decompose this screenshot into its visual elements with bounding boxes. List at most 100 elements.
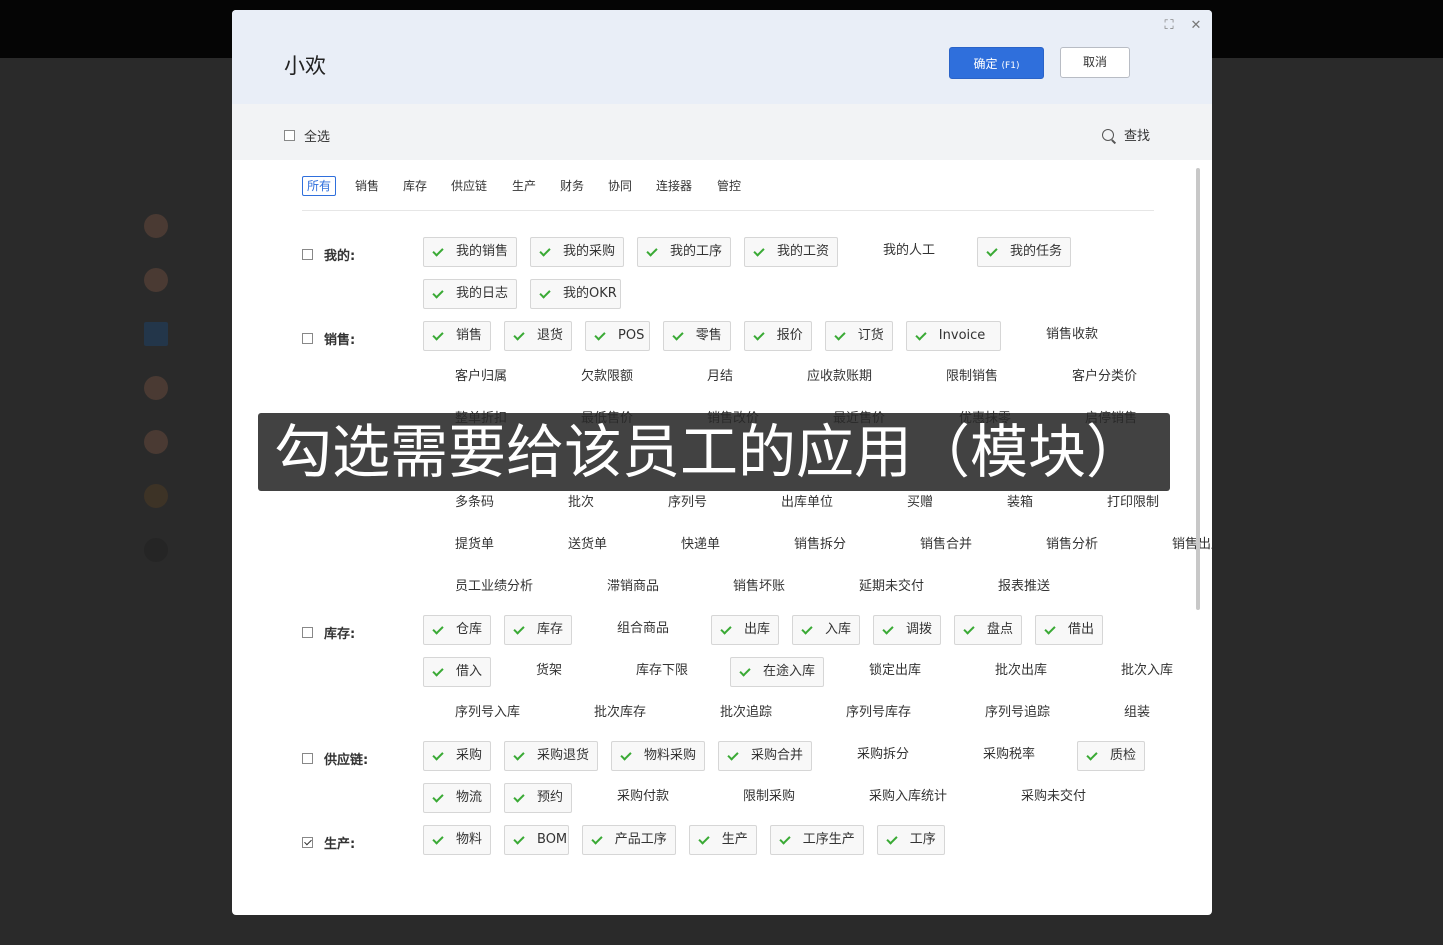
module-chip[interactable]: 盘点 <box>954 615 1022 645</box>
module-chip[interactable]: 多条码 <box>455 489 494 519</box>
module-chip[interactable]: 批次出库 <box>995 657 1047 687</box>
module-chip[interactable]: 提货单 <box>455 531 494 561</box>
module-chip[interactable]: 滞销商品 <box>607 573 659 603</box>
tab-3[interactable]: 供应链 <box>451 176 487 196</box>
module-chip[interactable]: 装箱 <box>1007 489 1033 519</box>
tab-5[interactable]: 财务 <box>560 176 584 196</box>
module-chip[interactable]: 批次入库 <box>1121 657 1173 687</box>
tab-4[interactable]: 生产 <box>512 176 536 196</box>
module-chip[interactable]: 组合商品 <box>617 615 669 645</box>
maximize-icon[interactable]: ⛶ <box>1161 18 1177 34</box>
module-chip[interactable]: 物料采购 <box>611 741 705 771</box>
module-chip[interactable]: 我的日志 <box>423 279 517 309</box>
module-chip[interactable]: 在途入库 <box>730 657 824 687</box>
module-chip[interactable]: 工序 <box>876 825 945 855</box>
module-chip[interactable]: 打印限制 <box>1107 489 1159 519</box>
module-chip[interactable]: 应收款账期 <box>807 363 872 393</box>
module-chip[interactable]: 借入 <box>423 657 491 687</box>
group-label-0[interactable]: 我的: <box>302 245 355 264</box>
module-chip[interactable]: 批次 <box>568 489 594 519</box>
module-chip[interactable]: 我的人工 <box>883 237 935 267</box>
module-chip[interactable]: 客户分类价 <box>1072 363 1137 393</box>
module-chip[interactable]: 快递单 <box>681 531 720 561</box>
module-chip[interactable]: 调拨 <box>873 615 941 645</box>
module-chip[interactable]: 送货单 <box>568 531 607 561</box>
module-chip[interactable]: 借出 <box>1035 615 1103 645</box>
module-chip[interactable]: 仓库 <box>423 615 491 645</box>
tab-6[interactable]: 协同 <box>608 176 632 196</box>
module-chip[interactable]: 订货 <box>824 321 893 351</box>
module-chip[interactable]: 欠款限额 <box>581 363 633 393</box>
module-chip[interactable]: 锁定出库 <box>869 657 921 687</box>
module-chip[interactable]: Invoice <box>905 321 1001 351</box>
module-chip[interactable]: 采购 <box>423 741 491 771</box>
module-chip[interactable]: 库存 <box>504 615 572 645</box>
tab-7[interactable]: 连接器 <box>656 176 692 196</box>
scrollbar[interactable] <box>1196 168 1200 610</box>
tab-8[interactable]: 管控 <box>717 176 741 196</box>
module-chip[interactable]: 零售 <box>662 321 731 351</box>
module-chip[interactable]: 销售合并 <box>920 531 972 561</box>
module-chip[interactable]: 采购退货 <box>504 741 598 771</box>
module-chip[interactable]: 销售收款 <box>1046 321 1098 351</box>
module-chip[interactable]: 采购合并 <box>718 741 812 771</box>
group-label-2[interactable]: 库存: <box>302 623 355 642</box>
module-chip[interactable]: 物料 <box>423 825 491 855</box>
module-chip[interactable]: 物流 <box>423 783 491 813</box>
module-chip[interactable]: 月结 <box>707 363 733 393</box>
module-chip[interactable]: 采购入库统计 <box>869 783 947 813</box>
module-chip[interactable]: 客户归属 <box>455 363 507 393</box>
module-chip[interactable]: 货架 <box>536 657 562 687</box>
module-chip[interactable]: 销售拆分 <box>794 531 846 561</box>
module-chip[interactable]: 退货 <box>504 321 572 351</box>
group-label-1[interactable]: 销售: <box>302 329 355 348</box>
module-chip[interactable]: 采购税率 <box>983 741 1035 771</box>
module-chip[interactable]: 序列号 <box>668 489 707 519</box>
tab-1[interactable]: 销售 <box>355 176 379 196</box>
module-chip[interactable]: 我的工资 <box>744 237 838 267</box>
module-chip[interactable]: 批次库存 <box>594 699 646 729</box>
module-chip[interactable]: 采购未交付 <box>1021 783 1086 813</box>
module-chip[interactable]: 工序生产 <box>769 825 864 855</box>
tab-2[interactable]: 库存 <box>403 176 427 196</box>
module-chip[interactable]: 限制销售 <box>946 363 998 393</box>
module-chip[interactable]: 预约 <box>504 783 572 813</box>
module-chip[interactable]: 序列号追踪 <box>985 699 1050 729</box>
module-chip[interactable]: 我的销售 <box>423 237 517 267</box>
select-all-checkbox[interactable]: 全选 <box>284 126 330 145</box>
module-chip[interactable]: 批次追踪 <box>720 699 772 729</box>
close-icon[interactable]: ✕ <box>1188 18 1204 34</box>
module-chip[interactable]: 买赠 <box>907 489 933 519</box>
module-chip[interactable]: 组装 <box>1124 699 1150 729</box>
module-chip[interactable]: 生产 <box>688 825 757 855</box>
module-chip[interactable]: 采购付款 <box>617 783 669 813</box>
module-chip[interactable]: 我的工序 <box>637 237 731 267</box>
module-chip[interactable]: 采购拆分 <box>857 741 909 771</box>
confirm-button[interactable]: 确定 (F1) <box>949 47 1044 79</box>
module-chip[interactable]: 延期未交付 <box>859 573 924 603</box>
module-chip[interactable]: 序列号库存 <box>846 699 911 729</box>
group-label-3[interactable]: 供应链: <box>302 749 368 768</box>
search-button[interactable]: 查找 <box>1102 125 1150 144</box>
module-chip[interactable]: 产品工序 <box>581 825 676 855</box>
module-chip[interactable]: 报表推送 <box>998 573 1050 603</box>
module-chip[interactable]: 出库 <box>711 615 779 645</box>
module-chip[interactable]: 销售出库统计 <box>1172 531 1212 561</box>
module-chip[interactable]: 限制采购 <box>743 783 795 813</box>
module-chip[interactable]: 销售分析 <box>1046 531 1098 561</box>
module-chip[interactable]: 销售 <box>423 321 491 351</box>
module-chip[interactable]: 我的OKR <box>530 279 621 309</box>
module-chip[interactable]: POS <box>585 321 650 351</box>
module-chip[interactable]: 出库单位 <box>781 489 833 519</box>
module-chip[interactable]: BOM <box>504 825 569 855</box>
module-chip[interactable]: 库存下限 <box>636 657 688 687</box>
module-chip[interactable]: 我的采购 <box>530 237 624 267</box>
cancel-button[interactable]: 取消 <box>1060 47 1130 78</box>
module-chip[interactable]: 报价 <box>743 321 812 351</box>
group-label-4[interactable]: 生产: <box>302 833 355 852</box>
module-chip[interactable]: 销售坏账 <box>733 573 785 603</box>
module-chip[interactable]: 序列号入库 <box>455 699 520 729</box>
module-chip[interactable]: 我的任务 <box>977 237 1071 267</box>
tab-0[interactable]: 所有 <box>302 176 337 196</box>
module-chip[interactable]: 质检 <box>1077 741 1145 771</box>
